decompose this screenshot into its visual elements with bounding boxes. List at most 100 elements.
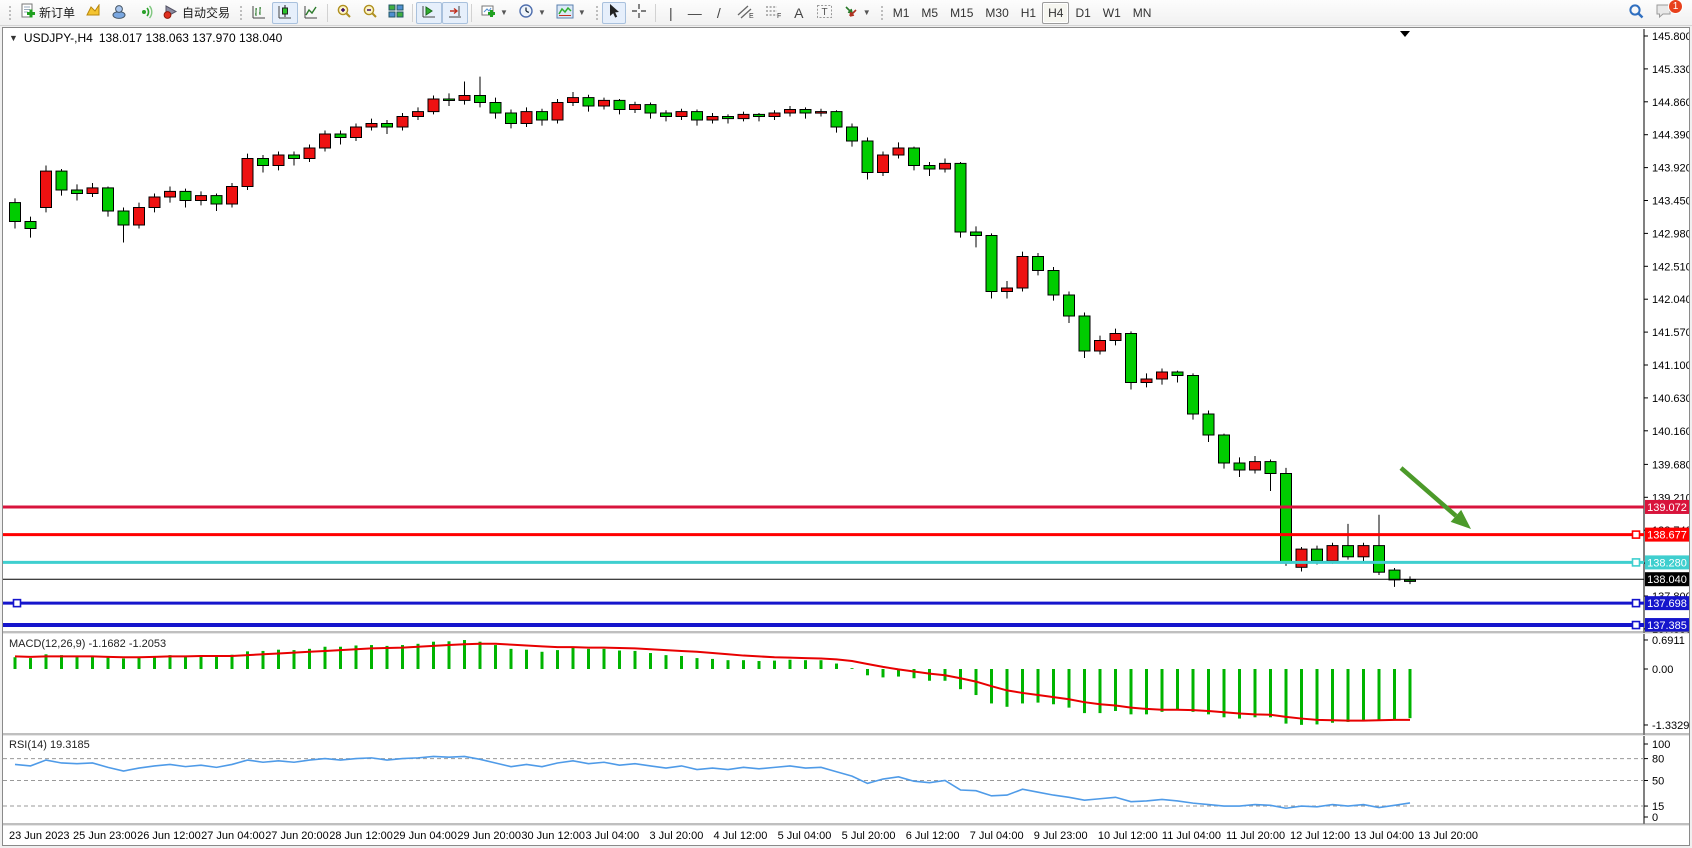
shapes-dropdown[interactable]: ▼ [838, 2, 876, 24]
profile-icon [111, 4, 127, 22]
new-order-button[interactable]: 新订单 [15, 2, 80, 24]
date-axis-label: 5 Jul 20:00 [842, 830, 896, 842]
candle [382, 120, 393, 134]
rsi-indicator-label: RSI(14) 19.3185 [9, 739, 90, 751]
bar-chart-icon [251, 4, 267, 22]
candlestick-chart-button[interactable] [272, 2, 298, 24]
text-label-tool[interactable]: T [811, 2, 838, 24]
vertical-line-tool[interactable]: | [659, 2, 683, 24]
toolbar-grip[interactable] [594, 4, 599, 22]
chat-button[interactable]: 1 [1650, 2, 1678, 24]
timeframe-M1[interactable]: M1 [887, 2, 916, 24]
indicators-dropdown[interactable]: ▼ [551, 2, 591, 24]
period-dropdown[interactable]: ▼ [513, 2, 551, 24]
text-tool[interactable]: A [787, 2, 811, 24]
fibonacci-icon: F [764, 4, 782, 22]
search-button[interactable] [1623, 2, 1650, 24]
timeframe-D1[interactable]: D1 [1069, 2, 1096, 24]
chart-shift-marker[interactable] [1400, 31, 1410, 37]
candle [568, 92, 579, 106]
line-handle[interactable] [1633, 622, 1640, 629]
vertical-line-icon: | [669, 6, 673, 20]
bar-chart-button[interactable] [246, 2, 272, 24]
toolbar-grip[interactable] [879, 4, 884, 22]
candle [180, 189, 191, 208]
date-axis-label: 12 Jul 12:00 [1290, 830, 1350, 842]
candle [800, 107, 811, 118]
macd-indicator-label: MACD(12,26,9) -1.1682 -1.2053 [9, 638, 166, 650]
candle [1203, 411, 1214, 443]
line-handle[interactable] [1633, 600, 1640, 607]
line-chart-button[interactable] [298, 2, 324, 24]
svg-text:T: T [821, 7, 827, 18]
line-handle[interactable] [1633, 531, 1640, 538]
crosshair-tool-button[interactable] [626, 2, 652, 24]
date-axis-label: 13 Jul 04:00 [1354, 830, 1414, 842]
toolbar-grip[interactable] [238, 4, 243, 22]
price-chart-canvas[interactable]: 145.800145.330144.860144.390143.920143.4… [3, 28, 1689, 845]
candle [1405, 576, 1416, 584]
trendline-tool[interactable]: / [707, 2, 731, 24]
candle [847, 124, 858, 147]
chart-shift-button[interactable] [416, 2, 442, 24]
timeframe-H4[interactable]: H4 [1042, 2, 1069, 24]
caret-down-icon: ▼ [863, 8, 871, 17]
date-axis-label: 13 Jul 20:00 [1418, 830, 1478, 842]
date-axis-label: 29 Jun 20:00 [457, 830, 521, 842]
search-icon [1628, 3, 1645, 23]
timeframe-H1[interactable]: H1 [1015, 2, 1042, 24]
line-handle[interactable] [1633, 559, 1640, 566]
date-axis-label: 11 Jul 20:00 [1226, 830, 1285, 842]
candle [335, 131, 346, 145]
toolbar-grip[interactable] [7, 4, 12, 22]
candle [1064, 292, 1075, 324]
candle [351, 124, 362, 142]
candle [1033, 253, 1044, 275]
fibonacci-tool[interactable]: F [759, 2, 787, 24]
candle [72, 184, 83, 200]
signal-button[interactable] [132, 2, 158, 24]
candle [1048, 267, 1059, 301]
auto-trading-button[interactable]: 自动交易 [158, 2, 235, 24]
candle [1358, 543, 1369, 561]
auto-trading-label: 自动交易 [182, 4, 230, 21]
tile-windows-button[interactable] [383, 2, 409, 24]
date-axis-label: 27 Jun 20:00 [265, 830, 329, 842]
horizontal-line-tool[interactable]: — [683, 2, 707, 24]
price-tick-label: 141.100 [1652, 360, 1689, 372]
timeframe-M15[interactable]: M15 [944, 2, 979, 24]
price-tick-label: 145.800 [1652, 31, 1689, 43]
rsi-scale-label: 80 [1652, 754, 1664, 766]
horizontal-line-icon: — [688, 6, 702, 20]
text-label-icon: T [816, 4, 833, 22]
price-tick-label: 142.040 [1652, 294, 1689, 306]
timeframe-M5[interactable]: M5 [915, 2, 944, 24]
market-watch-button[interactable] [80, 2, 106, 24]
candle [971, 226, 982, 247]
zoom-in-button[interactable] [331, 2, 357, 24]
price-tick-label: 144.860 [1652, 97, 1689, 109]
rsi-scale-label: 100 [1652, 739, 1670, 751]
zoom-out-button[interactable] [357, 2, 383, 24]
timeframe-M30[interactable]: M30 [979, 2, 1014, 24]
line-handle[interactable] [14, 600, 21, 607]
window-menu-icon[interactable]: ▼ [9, 33, 18, 43]
equidistant-channel-tool[interactable]: E [731, 2, 759, 24]
price-tick-label: 140.630 [1652, 393, 1689, 405]
profile-button[interactable] [106, 2, 132, 24]
rsi-line [15, 756, 1410, 808]
timeframe-MN[interactable]: MN [1127, 2, 1158, 24]
candle [149, 194, 160, 213]
date-axis-label: 3 Jul 20:00 [650, 830, 704, 842]
annotation-arrow[interactable] [1401, 468, 1456, 516]
new-order-label: 新订单 [39, 4, 75, 21]
candle [645, 103, 656, 119]
timeframe-W1[interactable]: W1 [1097, 2, 1127, 24]
cursor-tool-button[interactable] [602, 2, 626, 24]
candle [1157, 369, 1168, 385]
svg-text:E: E [749, 13, 754, 19]
new-chart-dropdown[interactable]: ▼ [475, 2, 513, 24]
candle [459, 82, 470, 105]
candle [878, 152, 889, 177]
auto-scroll-button[interactable] [442, 2, 468, 24]
